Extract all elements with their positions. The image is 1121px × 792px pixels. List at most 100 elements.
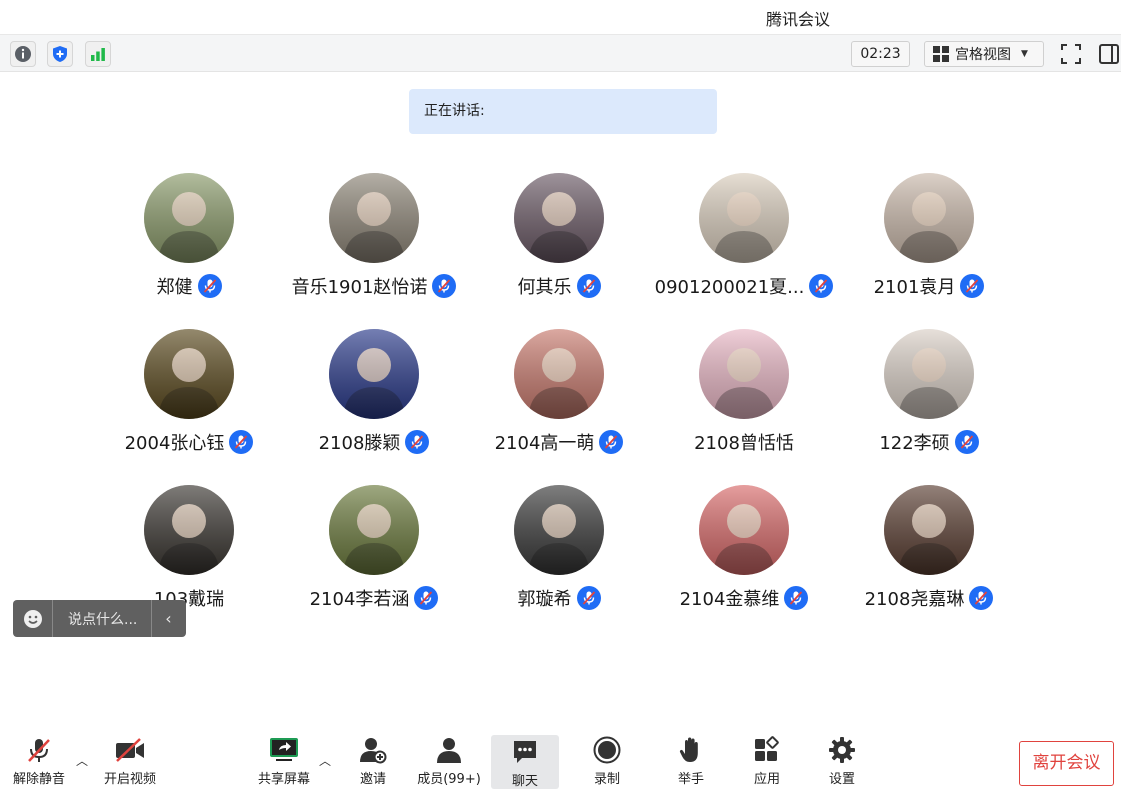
participant-name: 2108滕颖 [318, 433, 401, 454]
participant-nameline: 2104李若涵 [279, 585, 469, 611]
participant-name: 何其乐 [517, 277, 572, 298]
participant-tile[interactable]: 122李硕 [834, 329, 1024, 455]
apps-button[interactable]: 应用 [745, 736, 789, 787]
participant-avatar [144, 329, 234, 419]
mic-muted-icon [809, 274, 834, 298]
fullscreen-icon[interactable] [1058, 41, 1084, 67]
share-screen-button[interactable]: 共享屏幕 [254, 736, 314, 787]
title-bar: 腾讯会议 [0, 0, 1121, 34]
participant-nameline: 0901200021夏... [649, 273, 839, 299]
participant-tile[interactable]: 0901200021夏... [649, 173, 839, 299]
share-screen-icon [254, 736, 314, 764]
participant-avatar [699, 485, 789, 575]
participant-avatar [329, 173, 419, 263]
sidebar-toggle-icon[interactable] [1096, 41, 1121, 67]
settings-button[interactable]: 设置 [820, 736, 864, 787]
gear-icon [820, 736, 864, 764]
top-toolbar: 02:23 宫格视图 ▼ [0, 34, 1121, 72]
participant-tile[interactable]: 2108滕颖 [279, 329, 469, 455]
participant-tile[interactable]: 2104金慕维 [649, 485, 839, 611]
members-button[interactable]: 成员(99+) [415, 736, 483, 787]
start-video-button[interactable]: 开启视频 [100, 736, 160, 787]
chat-quick-input[interactable]: 说点什么... ‹ [13, 600, 186, 637]
apps-icon [745, 736, 789, 764]
participant-nameline: 郭璇希 [464, 585, 654, 611]
chat-button[interactable]: 聊天 [491, 735, 559, 789]
share-screen-label: 共享屏幕 [257, 772, 310, 787]
participant-avatar [884, 485, 974, 575]
participant-nameline: 郑健 [94, 273, 284, 299]
unmute-button[interactable]: 解除静音 [10, 736, 68, 787]
speaking-indicator: 正在讲话: [409, 89, 717, 134]
participant-tile[interactable]: 103戴瑞 [94, 485, 284, 611]
info-icon[interactable] [10, 41, 36, 67]
participant-name: 2108尧嘉琳 [864, 589, 965, 610]
chevron-up-icon[interactable]: ︿ [319, 752, 331, 769]
hand-icon [669, 736, 713, 764]
participant-name: 2104金慕维 [679, 589, 780, 610]
bottom-control-bar: 解除静音 ︿ 开启视频 共享屏幕 ︿ 邀请 成员(99+) 聊天 录制 举手 应… [0, 720, 1121, 792]
settings-label: 设置 [828, 772, 855, 787]
participant-tile[interactable]: 郑健 [94, 173, 284, 299]
participant-tile[interactable]: 音乐1901赵怡诺 [279, 173, 469, 299]
raise-hand-button[interactable]: 举手 [669, 736, 713, 787]
unmute-label: 解除静音 [12, 772, 65, 787]
mic-muted-icon [969, 586, 994, 610]
participant-tile[interactable]: 何其乐 [464, 173, 654, 299]
record-label: 录制 [593, 772, 620, 787]
mic-muted-icon [576, 274, 601, 298]
mic-muted-icon [599, 430, 624, 454]
chat-bubble-icon [491, 738, 559, 766]
participant-name: 0901200021夏... [654, 277, 805, 298]
participant-avatar [329, 329, 419, 419]
view-mode-dropdown[interactable]: 宫格视图 ▼ [924, 41, 1044, 67]
record-icon [585, 736, 629, 764]
participant-tile[interactable]: 2108尧嘉琳 [834, 485, 1024, 611]
chat-placeholder[interactable]: 说点什么... [53, 609, 151, 629]
emoji-icon[interactable] [13, 600, 53, 637]
mic-muted-icon [414, 586, 439, 610]
mic-muted-icon [432, 274, 457, 298]
chevron-down-icon: ▼ [1021, 49, 1028, 59]
participant-nameline: 音乐1901赵怡诺 [279, 273, 469, 299]
leave-meeting-button[interactable]: 离开会议 [1019, 741, 1114, 786]
chevron-up-icon[interactable]: ︿ [76, 752, 88, 769]
invite-button[interactable]: 邀请 [350, 736, 396, 787]
participant-tile[interactable]: 郭璇希 [464, 485, 654, 611]
participant-avatar [514, 173, 604, 263]
record-button[interactable]: 录制 [585, 736, 629, 787]
participant-avatar [329, 485, 419, 575]
participant-nameline: 2004张心钰 [94, 429, 284, 455]
participant-avatar [884, 329, 974, 419]
participant-tile[interactable]: 2108曾恬恬 [649, 329, 839, 455]
shield-icon[interactable] [47, 41, 73, 67]
participant-name: 2101袁月 [873, 277, 956, 298]
participant-tile[interactable]: 2104李若涵 [279, 485, 469, 611]
participant-name: 2004张心钰 [124, 433, 225, 454]
start-video-label: 开启视频 [103, 772, 156, 787]
participant-name: 郭璇希 [517, 589, 572, 610]
chevron-left-icon[interactable]: ‹ [151, 600, 185, 637]
participant-avatar [144, 173, 234, 263]
participant-name: 郑健 [156, 277, 193, 298]
participant-nameline: 2108滕颖 [279, 429, 469, 455]
participant-avatar [144, 485, 234, 575]
participant-name: 2108曾恬恬 [694, 433, 794, 454]
window-title: 腾讯会议 [765, 10, 830, 29]
signal-icon[interactable] [85, 41, 111, 67]
grid-view-icon [933, 46, 949, 62]
view-mode-label: 宫格视图 [955, 47, 1011, 63]
raise-hand-label: 举手 [677, 772, 704, 787]
meeting-timer: 02:23 [851, 41, 910, 67]
participant-nameline: 122李硕 [834, 429, 1024, 455]
participant-tile[interactable]: 2004张心钰 [94, 329, 284, 455]
participant-nameline: 2108曾恬恬 [649, 429, 839, 455]
participant-nameline: 2101袁月 [834, 273, 1024, 299]
participant-avatar [884, 173, 974, 263]
participant-tile[interactable]: 2104高一萌 [464, 329, 654, 455]
invite-label: 邀请 [359, 772, 386, 787]
mic-muted-icon [960, 274, 985, 298]
members-label: 成员(99+) [417, 772, 481, 787]
participant-nameline: 2104金慕维 [649, 585, 839, 611]
participant-tile[interactable]: 2101袁月 [834, 173, 1024, 299]
